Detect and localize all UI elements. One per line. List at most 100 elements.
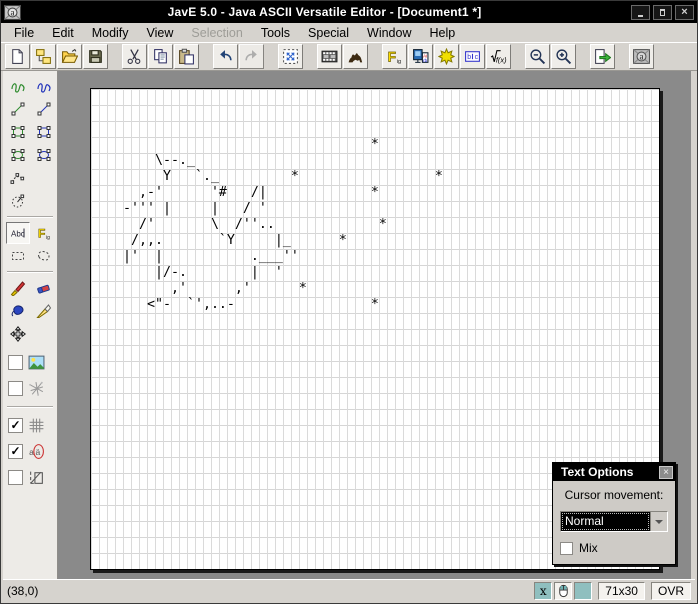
jave-info-button[interactable]: a (629, 44, 654, 69)
cut-icon (126, 48, 143, 65)
show-grid-icon (28, 417, 45, 434)
menu-help[interactable]: Help (421, 24, 465, 42)
text-tool-button[interactable]: Abc (6, 222, 30, 244)
save-file-button[interactable] (83, 44, 108, 69)
straight-line-alt-tool-button[interactable] (32, 98, 56, 120)
effects-button[interactable] (434, 44, 459, 69)
toggle-extended-characters-checkbox[interactable]: ✓ (8, 444, 23, 459)
new-from-template-icon (35, 48, 52, 65)
svg-text:Abc: Abc (11, 230, 25, 239)
undo-icon (217, 48, 234, 65)
mouse-mode-indicator[interactable] (554, 581, 573, 600)
animation-editor-button[interactable] (317, 44, 342, 69)
menu-window[interactable]: Window (358, 24, 420, 42)
svg-text:a: a (10, 7, 14, 17)
export-button[interactable] (590, 44, 615, 69)
new-document-button[interactable] (5, 44, 30, 69)
filled-ellipse-tool-button[interactable] (32, 144, 56, 166)
filled-rectangle-tool-button[interactable] (32, 121, 56, 143)
dropdown-arrow-button[interactable] (650, 512, 667, 531)
overwrite-mode-toggle[interactable]: OVR (650, 581, 691, 600)
pen-tool-button[interactable] (32, 300, 56, 322)
save-file-icon (87, 48, 104, 65)
maximize-icon (660, 8, 665, 16)
menu-modify[interactable]: Modify (83, 24, 138, 42)
paste-icon (178, 48, 195, 65)
freehand-line-tool-button[interactable] (6, 75, 30, 97)
fill-tool-button[interactable] (6, 300, 30, 322)
maximize-button[interactable] (653, 4, 672, 20)
ascii-converter-icon: Ai rb (412, 48, 429, 65)
toggle-background-image-checkbox[interactable] (8, 355, 23, 370)
mikado-icon (28, 380, 45, 397)
formula-editor-button[interactable]: f(x) (486, 44, 511, 69)
color-swatch-indicator[interactable] (574, 581, 593, 600)
tool-row (4, 121, 56, 143)
undo-button[interactable] (213, 44, 238, 69)
fill-tool-icon (10, 303, 26, 319)
svg-text:b: b (467, 54, 471, 61)
menu-file[interactable]: File (5, 24, 43, 42)
figlet-editor-button[interactable]: Fig (382, 44, 407, 69)
rect-select-tool-button[interactable] (6, 245, 30, 267)
copy-icon (152, 48, 169, 65)
text-options-dialog: Text Options × Cursor movement: Normal M… (552, 462, 676, 565)
tool-row (4, 167, 56, 189)
copy-button[interactable] (148, 44, 173, 69)
background-image-icon (28, 354, 45, 371)
cursor-position: (38,0) (7, 583, 39, 598)
zoom-in-button[interactable] (551, 44, 576, 69)
freehand-select-tool-icon (36, 248, 52, 264)
curve-tool-button[interactable] (6, 167, 30, 189)
straight-line-tool-button[interactable] (6, 98, 30, 120)
tool-row (4, 323, 56, 345)
freehand-select-tool-button[interactable] (32, 245, 56, 267)
dialog-close-button[interactable]: × (659, 465, 673, 479)
close-button[interactable]: × (675, 4, 694, 20)
new-from-template-button[interactable] (31, 44, 56, 69)
figlet-tool-icon: Fig (36, 225, 52, 241)
paste-button[interactable] (174, 44, 199, 69)
menu-view[interactable]: View (138, 24, 183, 42)
jave-window: a JavE 5.0 - Java ASCII Versatile Editor… (0, 0, 698, 604)
menu-special[interactable]: Special (299, 24, 358, 42)
eraser-tool-icon (36, 280, 52, 296)
sidebar-separator (7, 406, 53, 408)
svg-text:F: F (388, 48, 396, 64)
toggle-selection-frame-checkbox[interactable] (8, 470, 23, 485)
arc-tool-button[interactable] (6, 190, 30, 212)
text-editor-button[interactable]: bc (460, 44, 485, 69)
minimize-button[interactable] (631, 4, 650, 20)
text-tool-icon: Abc (10, 225, 26, 241)
arc-tool-icon (10, 193, 26, 209)
open-file-button[interactable] (57, 44, 82, 69)
toggle-mikado-checkbox[interactable] (8, 381, 23, 396)
ascii-converter-button[interactable]: Ai rb (408, 44, 433, 69)
toggle-show-grid-checkbox[interactable]: ✓ (8, 418, 23, 433)
cursor-movement-dropdown[interactable]: Normal (560, 511, 668, 532)
figlet-tool-button[interactable]: Fig (32, 222, 56, 244)
toggle-row-selection-frame (8, 469, 56, 486)
dialog-title: Text Options (561, 465, 634, 479)
effects-icon (438, 48, 455, 65)
rectangle-tool-button[interactable] (6, 121, 30, 143)
toggle-row-extended-characters: ✓ a ä (8, 443, 56, 460)
image-to-ascii-camel-button[interactable] (343, 44, 368, 69)
char-under-cursor-indicator[interactable]: x (534, 581, 553, 600)
menu-edit[interactable]: Edit (43, 24, 83, 42)
tool-row (4, 98, 56, 120)
dialog-title-bar[interactable]: Text Options × (553, 463, 675, 481)
mix-checkbox[interactable] (560, 541, 573, 555)
eraser-tool-button[interactable] (32, 277, 56, 299)
freehand-fill-tool-button[interactable] (32, 75, 56, 97)
rect-select-tool-icon (10, 248, 26, 264)
zoom-out-button[interactable] (525, 44, 550, 69)
ellipse-tool-button[interactable] (6, 144, 30, 166)
menu-tools[interactable]: Tools (252, 24, 299, 42)
brush-tool-button[interactable] (6, 277, 30, 299)
move-tool-button[interactable] (6, 323, 30, 345)
resize-canvas-button[interactable] (278, 44, 303, 69)
cut-button[interactable] (122, 44, 147, 69)
canvas-size-display: 71x30 (598, 581, 645, 600)
redo-icon (243, 48, 260, 65)
